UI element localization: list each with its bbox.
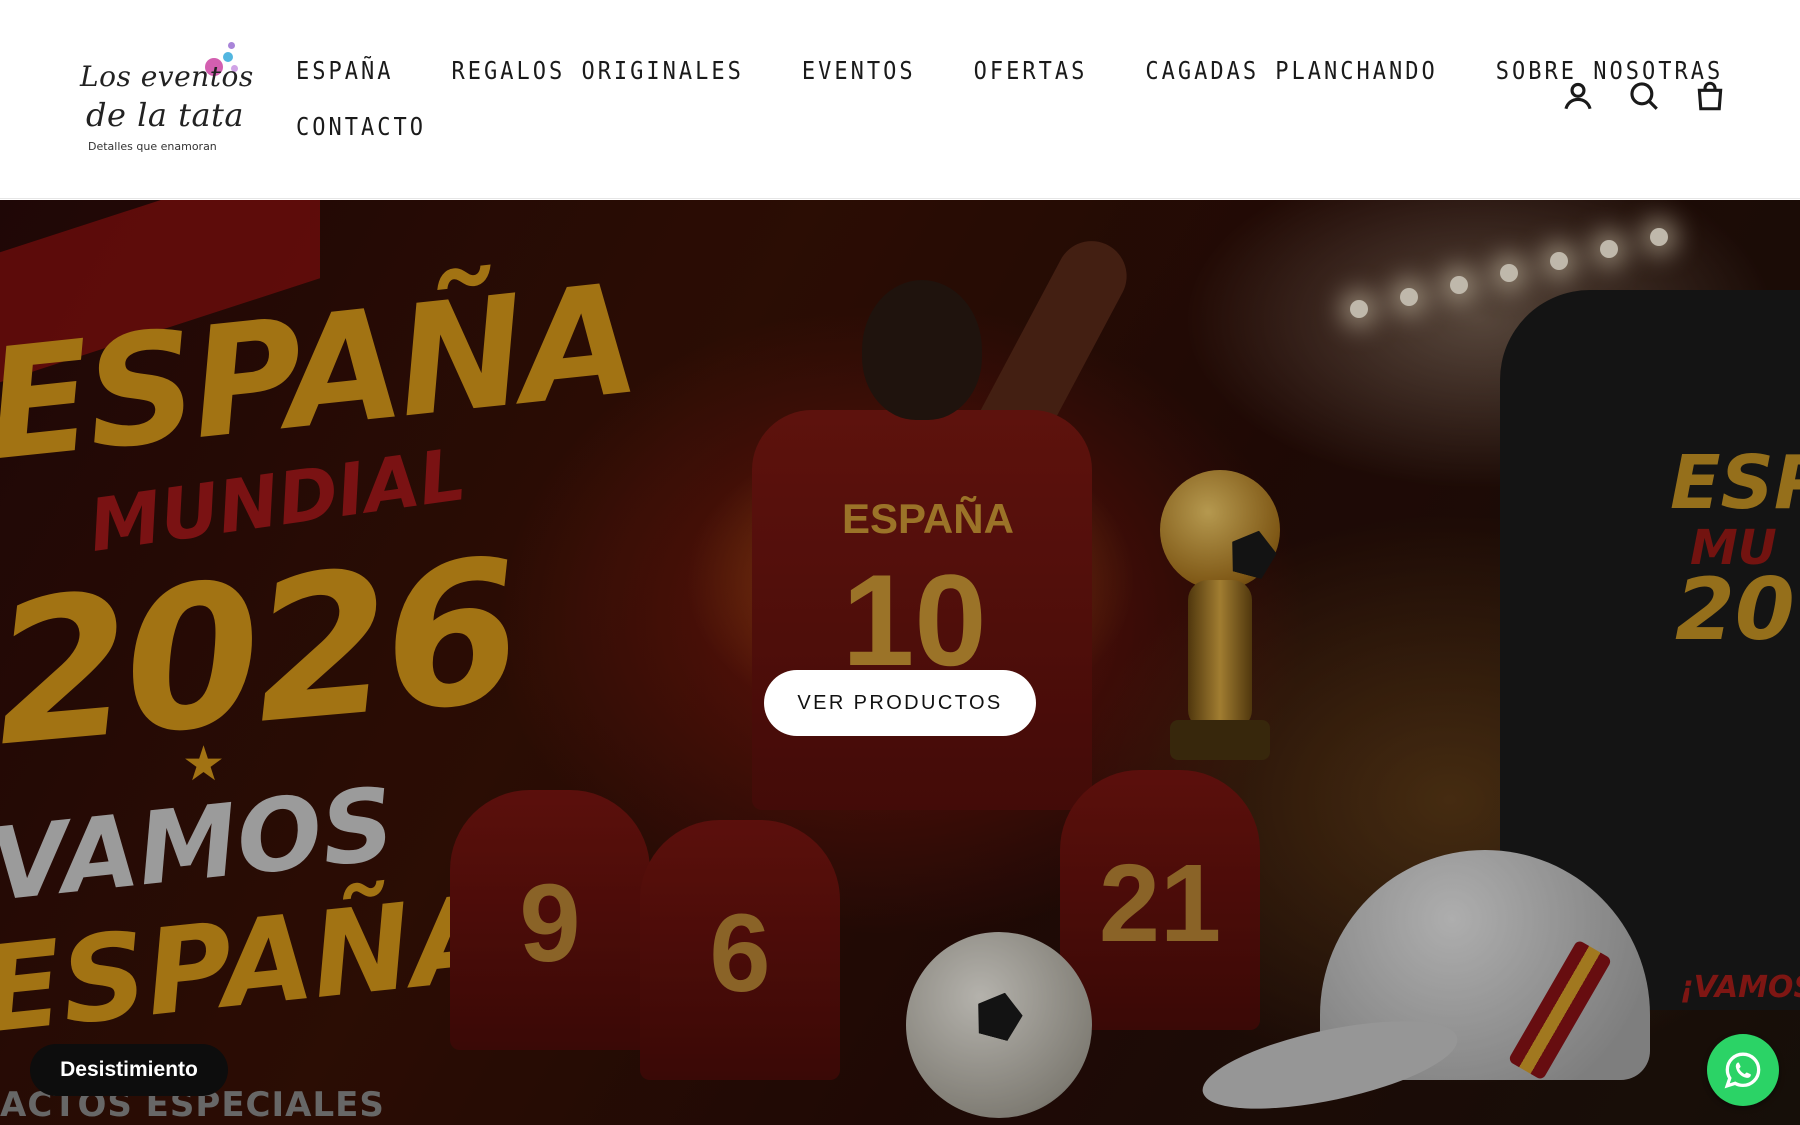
hero-overlay (0, 200, 1800, 1125)
logo-tagline: Detalles que enamoran (88, 140, 217, 153)
brand-logo[interactable]: Los eventos de la tata Detalles que enam… (76, 40, 253, 160)
nav-item-cagadas-planchando[interactable]: CAGADAS PLANCHANDO (1145, 57, 1437, 86)
site-header: Los eventos de la tata Detalles que enam… (0, 0, 1800, 199)
whatsapp-icon (1724, 1052, 1761, 1089)
hero-banner: ESPAÑA MUNDIAL 2026 ★ VAMOS ESPAÑA! ACTO… (0, 200, 1800, 1125)
search-icon[interactable] (1626, 78, 1662, 114)
withdrawal-badge[interactable]: Desistimiento (30, 1044, 228, 1096)
nav-item-espana[interactable]: ESPAÑA (296, 57, 393, 86)
whatsapp-button[interactable] (1707, 1034, 1779, 1106)
cart-icon[interactable] (1692, 78, 1728, 114)
header-actions (1560, 78, 1728, 114)
view-products-button[interactable]: VER PRODUCTOS (764, 670, 1036, 736)
account-icon[interactable] (1560, 78, 1596, 114)
nav-item-eventos[interactable]: EVENTOS (802, 57, 916, 86)
nav-item-contacto[interactable]: CONTACTO (296, 113, 426, 142)
main-nav: ESPAÑA REGALOS ORIGINALES EVENTOS OFERTA… (296, 50, 1720, 162)
logo-line-2: de la tata (86, 96, 244, 134)
logo-dot (228, 42, 235, 49)
nav-item-ofertas[interactable]: OFERTAS (974, 57, 1088, 86)
logo-line-1: Los eventos (80, 60, 254, 93)
nav-item-regalos-originales[interactable]: REGALOS ORIGINALES (451, 57, 743, 86)
